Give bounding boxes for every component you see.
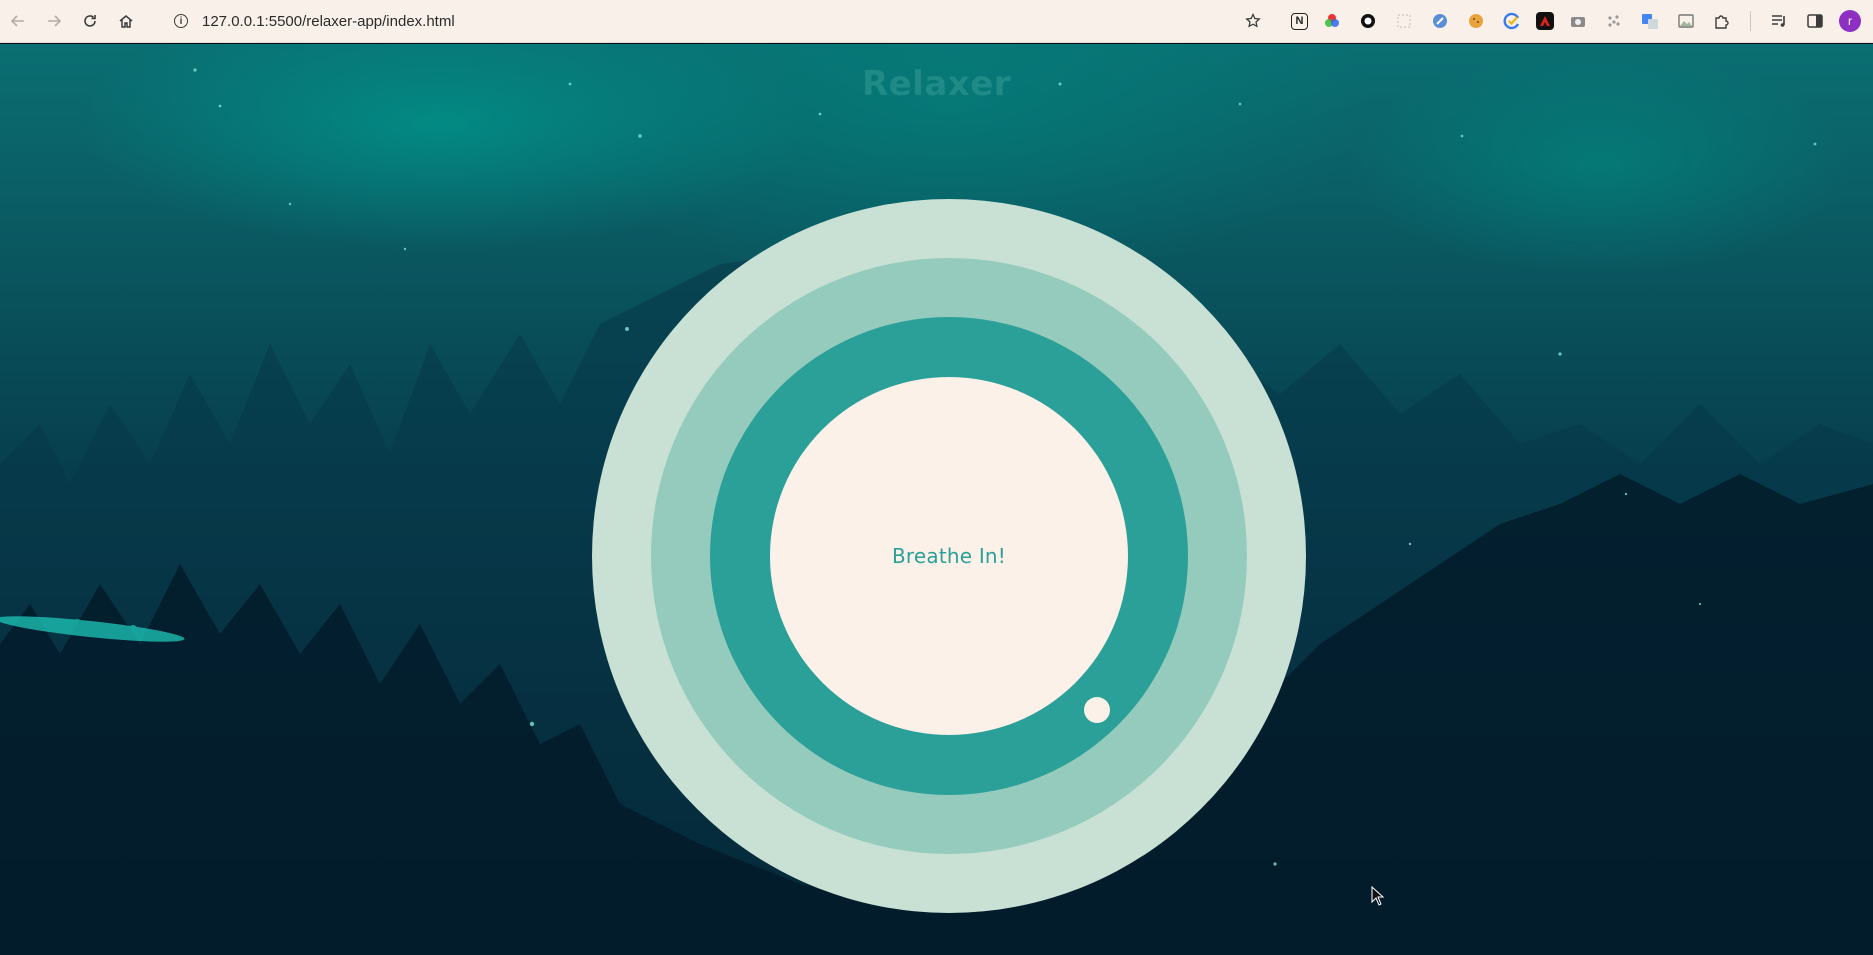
breathe-instruction: Breathe In! [891,544,1007,568]
bookmark-star-button[interactable] [1235,3,1271,39]
screenshot-extension-icon[interactable] [1392,9,1416,33]
sparkle-extension-icon[interactable] [1428,9,1452,33]
breath-pointer-dot [1084,697,1110,723]
cookie-extension-icon[interactable] [1464,9,1488,33]
breathing-core-circle: Breathe In! [770,377,1128,735]
url-text[interactable]: 127.0.0.1:5500/relaxer-app/index.html [202,13,455,30]
app-title: Relaxer [861,64,1012,104]
home-button[interactable] [108,3,144,39]
star-icon [1245,13,1261,28]
grammar-extension-icon[interactable] [1500,9,1524,33]
home-icon [119,15,133,28]
reload-button[interactable] [72,3,108,39]
color-picker-extension-icon[interactable] [1320,9,1344,33]
notion-extension-icon[interactable]: N [1291,12,1308,30]
toolbar-divider [1750,11,1751,31]
image-extension-icon[interactable] [1674,9,1698,33]
address-bar[interactable]: i 127.0.0.1:5500/relaxer-app/index.html [174,4,1235,38]
reload-icon [84,15,96,27]
translate-extension-icon[interactable] [1638,9,1662,33]
adobe-extension-icon[interactable] [1536,12,1554,30]
media-control-icon[interactable] [1767,9,1791,33]
record-extension-icon[interactable] [1356,9,1380,33]
navigation-buttons [0,3,144,39]
arrow-left-icon [10,15,24,27]
arrow-right-icon [48,15,62,27]
relaxer-page: Relaxer Breathe In! [0,44,1873,955]
side-panel-icon[interactable] [1803,9,1827,33]
back-button[interactable] [0,3,36,39]
site-info-icon[interactable]: i [174,14,188,28]
mouse-cursor-icon [1371,886,1385,906]
profile-avatar[interactable]: r [1839,10,1861,32]
puzzle-extensions-icon[interactable] [1710,9,1734,33]
dots-extension-icon[interactable] [1602,9,1626,33]
forward-button[interactable] [36,3,72,39]
camera-extension-icon[interactable] [1566,9,1590,33]
extensions-tray: N [1291,9,1827,33]
browser-toolbar: i 127.0.0.1:5500/relaxer-app/index.html … [0,0,1873,43]
